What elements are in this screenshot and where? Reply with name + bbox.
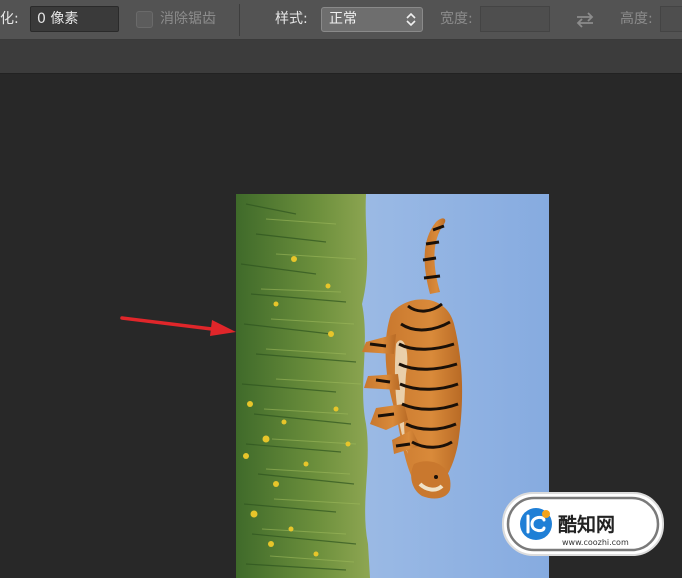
anti-alias-label: 消除锯齿: [160, 11, 216, 27]
options-divider: [239, 4, 240, 36]
style-label: 样式:: [275, 11, 308, 27]
swap-width-height-icon[interactable]: [574, 10, 596, 30]
photoshop-window: 化: 0 像素 消除锯齿 样式: 正常 宽度: 高度: 酷知网 www.cooz…: [0, 0, 682, 578]
width-label: 宽度:: [440, 11, 473, 27]
height-input[interactable]: [660, 6, 682, 32]
select-updown-icon: [406, 12, 416, 27]
height-label: 高度:: [620, 11, 653, 27]
feather-label: 化:: [0, 11, 19, 27]
coozhi-watermark-logo: 酷知网 www.coozhi.com: [502, 492, 664, 556]
anti-alias-checkbox[interactable]: [136, 11, 153, 28]
watermark-brand: 酷知网: [558, 513, 615, 536]
red-arrow-annotation: [120, 316, 236, 336]
style-select[interactable]: 正常: [321, 7, 423, 32]
tool-options-bar: 化: 0 像素 消除锯齿 样式: 正常 宽度: 高度:: [0, 0, 682, 40]
style-select-value: 正常: [329, 11, 357, 27]
width-input[interactable]: [480, 6, 550, 32]
feather-input[interactable]: 0 像素: [30, 6, 119, 32]
watermark-url: www.coozhi.com: [562, 538, 629, 547]
document-tab-strip: [0, 40, 682, 74]
